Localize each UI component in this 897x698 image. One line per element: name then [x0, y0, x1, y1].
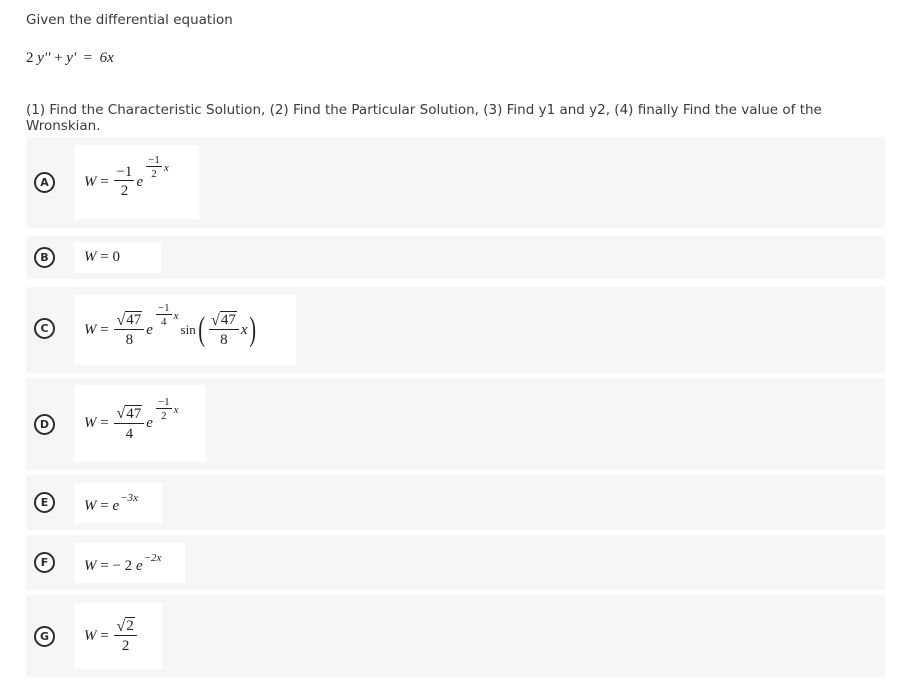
denominator: 4: [125, 425, 134, 442]
exp-base: e: [112, 497, 120, 514]
option-g-formula: W = √ 2 2: [74, 603, 162, 669]
sin-function: sin: [180, 322, 196, 337]
exp-numerator: −1: [155, 302, 172, 316]
exp-numerator: −1: [146, 154, 162, 168]
w-symbol: W: [84, 173, 97, 190]
option-e[interactable]: E W = e −3x: [26, 475, 885, 530]
option-d-formula: W = √ 47 4 e −1 2 x: [74, 385, 206, 462]
denominator: 2: [120, 183, 129, 200]
coef-fraction: √ 2 2: [114, 617, 137, 655]
w-symbol: W: [84, 321, 97, 338]
eq-equals: =: [83, 50, 93, 66]
coef-fraction: √ 47 8: [114, 311, 145, 349]
eq-coef: 2: [26, 50, 34, 66]
exp-numerator: −1: [155, 395, 172, 409]
coefficient: − 2: [112, 557, 133, 574]
numerator: −1: [114, 163, 135, 182]
exp-var: x: [173, 310, 179, 322]
sqrt: √ 47: [116, 311, 143, 329]
radicand: 47: [125, 404, 143, 422]
option-a-formula: W = −1 2 e −1 2 x: [74, 145, 199, 219]
option-letter-e[interactable]: E: [34, 492, 55, 513]
denominator: 8: [125, 332, 134, 348]
radicand: 2: [125, 617, 135, 634]
option-b[interactable]: B W = 0: [26, 236, 885, 279]
exponent: −2x: [143, 552, 162, 564]
exp-base: e: [136, 173, 144, 190]
exp-var: x: [173, 403, 179, 416]
equals: =: [100, 627, 109, 644]
option-f[interactable]: F W = − 2 e −2x: [26, 535, 885, 590]
option-f-formula: W = − 2 e −2x: [74, 543, 185, 583]
equals: =: [100, 321, 109, 338]
arg-var: x: [240, 321, 248, 338]
option-letter-d[interactable]: D: [34, 414, 55, 435]
equals: =: [100, 497, 109, 514]
w-symbol: W: [84, 557, 97, 574]
option-e-formula: W = e −3x: [74, 483, 162, 523]
w-symbol: W: [84, 627, 97, 644]
exponent: −1 2 x: [154, 396, 179, 423]
exp-base: e: [146, 321, 153, 338]
question-intro: Given the differential equation: [26, 12, 233, 28]
left-paren: (: [197, 311, 205, 348]
eq-y-prime: y': [66, 50, 77, 66]
option-d[interactable]: D W = √ 47 4 e −1 2 x: [26, 378, 885, 470]
w-symbol: W: [84, 497, 97, 514]
option-a[interactable]: A W = −1 2 e −1 2 x: [26, 137, 885, 228]
exp-var: x: [163, 162, 169, 174]
w-symbol: W: [84, 415, 97, 431]
denominator: 8: [220, 332, 228, 348]
exponent: −1 4 x: [154, 302, 179, 329]
option-c-formula: W = √ 47 8 e −1 4 x sin ( √ 47 8 x ): [74, 295, 296, 365]
option-c[interactable]: C W = √ 47 8 e −1 4 x sin ( √ 47 8 x ): [26, 287, 885, 373]
eq-y-double-prime: y'': [37, 50, 51, 66]
exp-base: e: [146, 415, 153, 431]
option-letter-a[interactable]: A: [34, 172, 55, 193]
radicand: 47: [125, 311, 143, 328]
equals: =: [100, 557, 109, 574]
option-letter-f[interactable]: F: [34, 552, 55, 573]
coef-fraction: −1 2: [114, 163, 135, 201]
exponent: −1 2 x: [144, 154, 169, 181]
exp-denominator: 2: [161, 409, 167, 422]
w-symbol: W: [84, 249, 97, 265]
exp-denominator: 4: [161, 316, 167, 329]
coef-fraction: √ 47 4: [114, 404, 145, 443]
option-letter-c[interactable]: C: [34, 318, 55, 339]
equals: =: [100, 173, 109, 190]
option-letter-g[interactable]: G: [34, 626, 55, 647]
denominator: 2: [121, 638, 130, 654]
differential-equation: 2 y'' + y' = 6x: [26, 50, 114, 67]
eq-plus: +: [54, 50, 63, 66]
eq-rhs: 6x: [99, 50, 114, 66]
exponent: −3x: [120, 492, 138, 504]
exp-denominator: 2: [151, 168, 157, 181]
equals: =: [100, 415, 109, 431]
arg-fraction: √ 47 8: [209, 311, 239, 349]
right-paren: ): [249, 311, 257, 348]
exp-base: e: [135, 557, 143, 574]
question-instructions: (1) Find the Characteristic Solution, (2…: [26, 102, 822, 134]
radicand: 47: [219, 311, 237, 328]
option-g[interactable]: G W = √ 2 2: [26, 595, 885, 677]
equals: =: [100, 249, 109, 265]
value: 0: [112, 249, 120, 265]
option-letter-b[interactable]: B: [34, 247, 55, 268]
option-b-formula: W = 0: [74, 242, 161, 273]
